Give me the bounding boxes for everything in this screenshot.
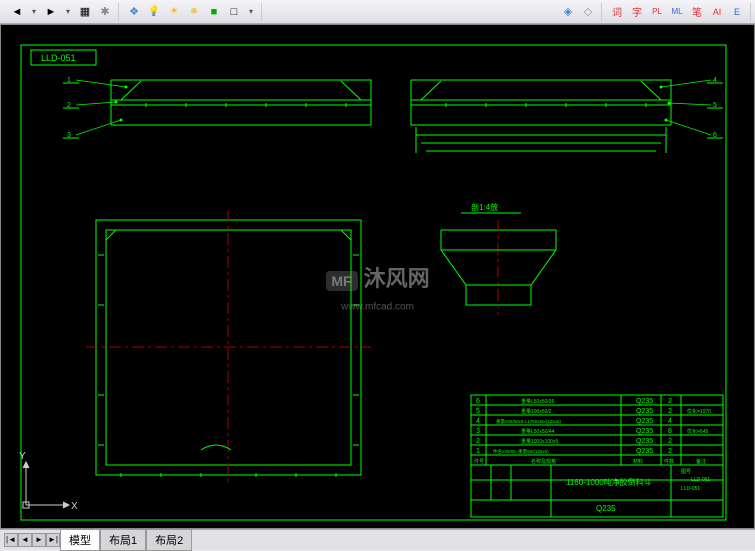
svg-text:2: 2: [668, 398, 672, 405]
border-label-text: LLD-051: [41, 53, 76, 63]
svg-text:LLD-051: LLD-051: [681, 486, 700, 492]
text7-button[interactable]: E: [728, 3, 746, 21]
svg-text:2: 2: [668, 448, 672, 455]
svg-text:件数: 件数: [664, 458, 674, 465]
nav-group: ◄ ▾ ► ▾ ▦ ✱: [4, 3, 119, 21]
layout-tabs: |◄ ◄ ► ►| 模型 布局1 布局2: [0, 529, 755, 549]
svg-text:1160-1000吨净胶倒料斗: 1160-1000吨净胶倒料斗: [566, 477, 652, 487]
tab-first-button[interactable]: |◄: [4, 533, 18, 547]
svg-text:名称及规格: 名称及规格: [531, 458, 556, 465]
section-detail: 剖1:4放: [441, 202, 556, 315]
svg-text:Q235: Q235: [636, 438, 653, 445]
tab-layout1[interactable]: 布局1: [100, 529, 146, 551]
left-elevation: 1 2 3: [63, 77, 371, 139]
svg-text:优化=645: 优化=645: [687, 428, 708, 435]
drawing-svg: LLD-051 1 2 3: [1, 25, 754, 528]
svg-text:图号: 图号: [681, 469, 691, 475]
svg-text:5: 5: [476, 408, 480, 415]
view2-button[interactable]: ◇: [579, 3, 597, 21]
svg-text:件名x30/80=重量50/(125x5): 件名x30/80=重量50/(125x5): [493, 448, 549, 455]
svg-text:重量L50x50/36: 重量L50x50/36: [521, 398, 555, 405]
layer-group: ❖ 💡 ☀ ❄ ■ □ ▾: [121, 3, 262, 21]
right-elevation: 4 5 6: [411, 77, 723, 153]
tab-layout2[interactable]: 布局2: [146, 529, 192, 551]
drawing-border: [21, 45, 726, 520]
svg-text:4: 4: [668, 418, 672, 425]
text-group: 词 字 PL ML 笔 AI E: [604, 3, 751, 21]
view-group: ◈ ◇: [555, 3, 602, 21]
svg-text:Y: Y: [19, 451, 26, 462]
svg-text:8: 8: [668, 428, 672, 435]
ucs-icon: X Y: [19, 451, 78, 512]
text6-button[interactable]: AI: [708, 3, 726, 21]
nav-fwd-button[interactable]: ►: [42, 3, 60, 21]
svg-text:1: 1: [476, 448, 480, 455]
gear-button[interactable]: ✱: [96, 3, 114, 21]
cad-canvas[interactable]: LLD-051 1 2 3: [0, 24, 755, 529]
freeze-button[interactable]: ❄: [185, 3, 203, 21]
svg-text:件号: 件号: [474, 458, 484, 465]
text5-button[interactable]: 笔: [688, 3, 706, 21]
tab-next-button[interactable]: ►: [32, 533, 46, 547]
square-button[interactable]: □: [225, 3, 243, 21]
svg-text:2: 2: [668, 408, 672, 415]
text2-button[interactable]: 字: [628, 3, 646, 21]
grid-button[interactable]: ▦: [76, 3, 94, 21]
svg-text:剖1:4放: 剖1:4放: [471, 202, 498, 212]
svg-text:X: X: [71, 501, 78, 512]
layer-dropdown[interactable]: ▾: [245, 3, 257, 21]
text1-button[interactable]: 词: [608, 3, 626, 21]
sun-button[interactable]: ☀: [165, 3, 183, 21]
svg-text:材料: 材料: [633, 458, 643, 465]
tab-last-button[interactable]: ►|: [46, 533, 60, 547]
color-button[interactable]: ■: [205, 3, 223, 21]
svg-text:4: 4: [476, 418, 480, 425]
svg-text:2: 2: [668, 438, 672, 445]
svg-text:Q235: Q235: [636, 408, 653, 415]
title-block: 6 重量L50x50/36 Q235 2 5 重量100x50/2 Q235 2 优化=197…: [471, 395, 723, 517]
svg-text:Q235: Q235: [596, 504, 616, 513]
svg-text:优化=1970: 优化=1970: [687, 408, 711, 415]
text4-button[interactable]: ML: [668, 3, 686, 21]
tab-prev-button[interactable]: ◄: [18, 533, 32, 547]
nav-back-button[interactable]: ◄: [8, 3, 26, 21]
svg-text:2: 2: [476, 438, 480, 445]
bulb-button[interactable]: 💡: [145, 3, 163, 21]
svg-text:Q235: Q235: [636, 448, 653, 455]
svg-text:LLD-051: LLD-051: [691, 477, 710, 483]
svg-text:重量x50/50x8-L1750x50/(125x5): 重量x50/50x8-L1750x50/(125x5): [496, 418, 562, 425]
svg-text:Q235: Q235: [636, 428, 653, 435]
layers-button[interactable]: ❖: [125, 3, 143, 21]
main-toolbar: ◄ ▾ ► ▾ ▦ ✱ ❖ 💡 ☀ ❄ ■ □ ▾ ◈ ◇ 词 字 PL ML …: [0, 0, 755, 24]
svg-text:重量1000x100x5: 重量1000x100x5: [521, 438, 558, 445]
svg-text:6: 6: [476, 398, 480, 405]
svg-text:Q235: Q235: [636, 418, 653, 425]
svg-text:3: 3: [476, 428, 480, 435]
text3-button[interactable]: PL: [648, 3, 666, 21]
svg-text:备注: 备注: [696, 458, 706, 465]
nav-back-dropdown[interactable]: ▾: [28, 3, 40, 21]
view1-button[interactable]: ◈: [559, 3, 577, 21]
tab-model[interactable]: 模型: [60, 529, 100, 551]
svg-text:Q235: Q235: [636, 398, 653, 405]
svg-text:重量100x50/2: 重量100x50/2: [521, 408, 552, 415]
plan-view: [86, 210, 371, 485]
nav-fwd-dropdown[interactable]: ▾: [62, 3, 74, 21]
svg-text:重量L50x50/44: 重量L50x50/44: [521, 428, 555, 435]
